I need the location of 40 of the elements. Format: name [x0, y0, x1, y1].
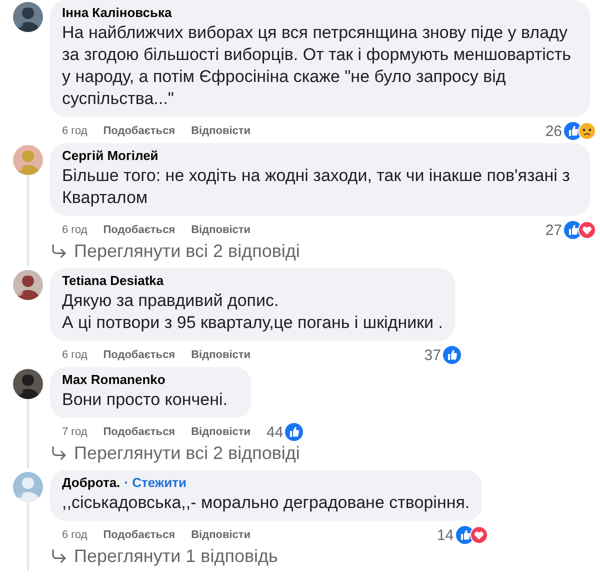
comment-time[interactable]: 6 год: [62, 349, 88, 361]
author-name[interactable]: Max Romanenko: [62, 371, 166, 389]
sad-face-icon: [578, 122, 596, 140]
like-link[interactable]: Подобається: [103, 529, 176, 541]
comment-time[interactable]: 7 год: [62, 426, 88, 438]
reply-arrow-icon: [50, 547, 68, 565]
like-link[interactable]: Подобається: [103, 224, 176, 236]
view-replies-link[interactable]: Переглянути 1 відповідь: [74, 546, 278, 566]
reaction-count[interactable]: 27: [545, 222, 562, 238]
like-link[interactable]: Подобається: [103, 125, 176, 137]
thumbs-up-icon: [442, 346, 461, 364]
comment-time[interactable]: 6 год: [62, 125, 88, 137]
reaction-count[interactable]: 44: [266, 424, 284, 440]
reply-arrow-icon: [50, 242, 68, 260]
comment-text: Вони просто кончені.: [62, 389, 228, 411]
comment-text: ,,сіськадовська,,- морально деградоване створіння.: [62, 492, 470, 514]
reaction-count[interactable]: 37: [424, 346, 441, 364]
reply-link[interactable]: Відповісти: [191, 426, 251, 438]
view-replies-link[interactable]: Переглянути всі 2 відповіді: [74, 240, 300, 262]
like-link[interactable]: Подобається: [103, 426, 176, 438]
reply-arrow-icon: [50, 444, 68, 462]
author-name[interactable]: Tetiana Desiatka: [62, 272, 164, 290]
follow-link[interactable]: · Стежити: [124, 475, 186, 490]
author-name[interactable]: Інна Каліновська: [62, 4, 172, 22]
comment-text: Дякую за правдивий допис. А ці потвори з 95 кварталу,це погань і шкідники .: [62, 290, 443, 334]
reply-link[interactable]: Відповісти: [191, 529, 251, 541]
reply-link[interactable]: Відповісти: [191, 125, 251, 137]
comment-time[interactable]: 6 год: [62, 529, 88, 541]
comment-time[interactable]: 6 год: [62, 224, 88, 236]
reply-link[interactable]: Відповісти: [191, 349, 251, 361]
reply-link[interactable]: Відповісти: [191, 224, 251, 236]
comment-text: Більше того: не ходіть на жодні заходи, так чи інакше пов'язані з Кварталом: [62, 165, 571, 209]
author-name[interactable]: Сергій Могілей: [62, 147, 158, 165]
thumbs-up-icon: [285, 423, 304, 441]
reaction-count[interactable]: 14: [436, 526, 454, 544]
reaction-count[interactable]: 26: [545, 122, 562, 140]
author-name[interactable]: Доброта.: [62, 474, 120, 492]
view-replies-link[interactable]: Переглянути всі 2 відповіді: [74, 442, 300, 464]
comment-text: На найближчих виборах ця вся петрсянщина знову піде у владу за згодою більшості виборців. От так і формують меншовартість у народу, а потім Єфросініна скаже "не було запросу від суспільства...": [62, 22, 572, 110]
like-link[interactable]: Подобається: [103, 349, 176, 361]
